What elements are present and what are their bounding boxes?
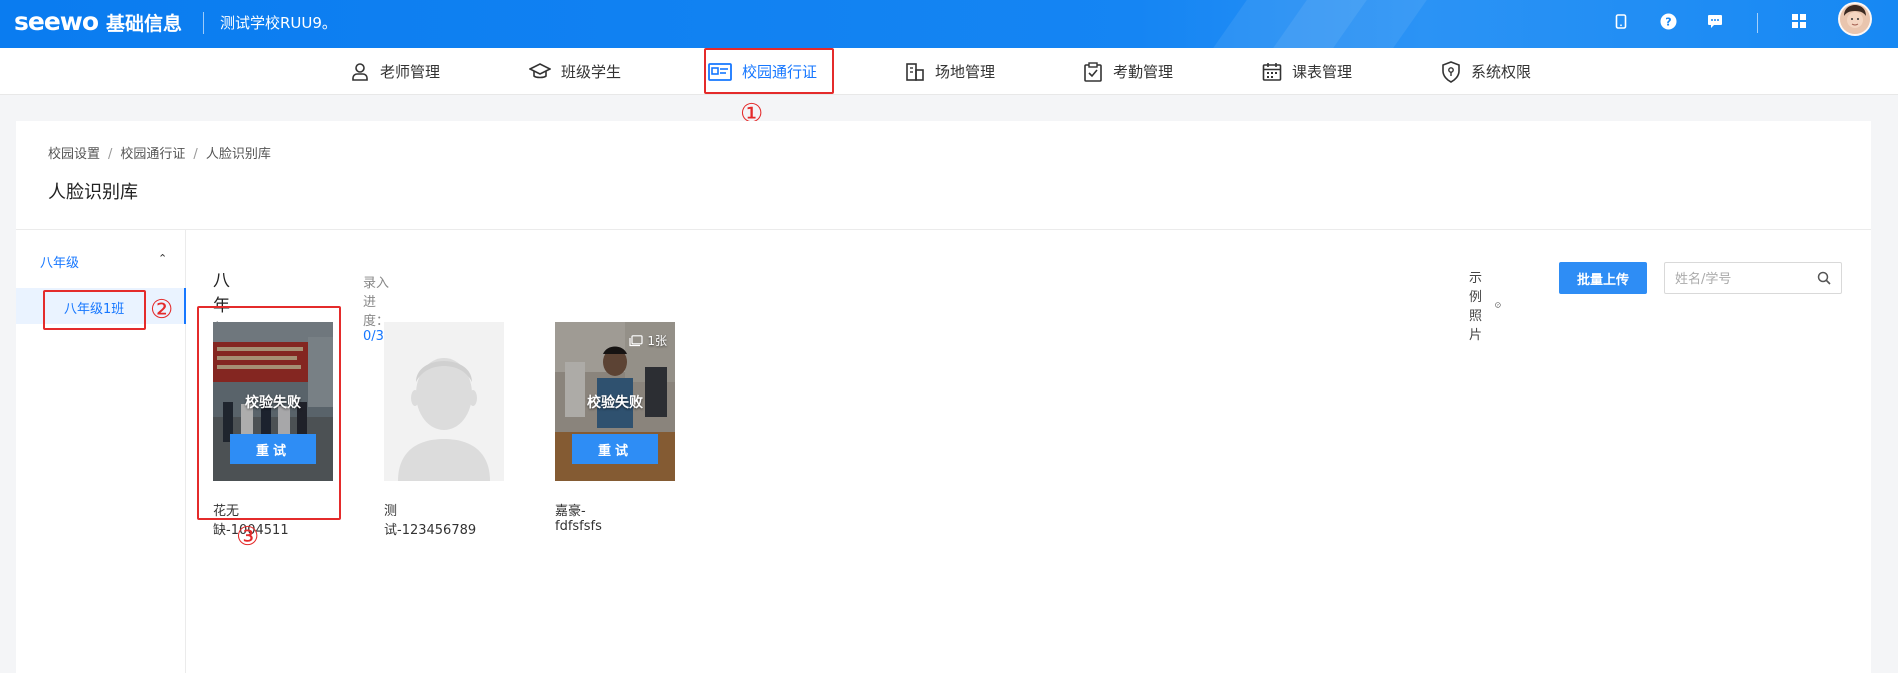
nav-teacher-management[interactable]: 老师管理 <box>350 48 440 95</box>
nav-label: 场地管理 <box>935 63 996 81</box>
main-nav: 老师管理 班级学生 校园通行证 场地管理 考勤管理 课表管理 系统权限 <box>0 48 1898 95</box>
breadcrumb: 校园设置 / 校园通行证 / 人脸识别库 <box>48 147 271 162</box>
help-circle-icon: ? <box>1495 302 1501 308</box>
breadcrumb-campus-pass[interactable]: 校园通行证 <box>120 147 185 162</box>
toolbar-divider <box>1757 13 1758 33</box>
svg-text:?: ? <box>1497 303 1499 307</box>
svg-text:?: ? <box>1665 15 1671 28</box>
avatar[interactable] <box>1838 2 1872 36</box>
nav-label: 考勤管理 <box>1113 63 1174 81</box>
nav-timetable-management[interactable]: 课表管理 <box>1262 48 1352 95</box>
sidebar-grade[interactable]: 八年级 <box>40 252 79 271</box>
search-box <box>1664 262 1842 294</box>
calendar-icon <box>1262 62 1282 81</box>
student-photo-card[interactable]: 1张 校验失败 重试 <box>555 322 675 481</box>
nav-label: 系统权限 <box>1471 63 1532 81</box>
divider <box>16 229 1871 230</box>
progress-value: 0/3 <box>363 329 384 344</box>
example-photo-link[interactable]: 示例照片 ? <box>1469 267 1501 343</box>
nav-label: 老师管理 <box>380 63 441 81</box>
nav-class-students[interactable]: 班级学生 <box>529 48 621 95</box>
avatar-placeholder-icon <box>384 322 504 481</box>
nav-attendance-management[interactable]: 考勤管理 <box>1083 48 1173 95</box>
clipboard-check-icon <box>1084 61 1102 82</box>
help-icon[interactable]: ? <box>1657 10 1679 32</box>
shield-icon <box>1442 60 1460 83</box>
annotation-box-2 <box>43 290 146 330</box>
page-title: 人脸识别库 <box>48 182 138 203</box>
nav-label: 课表管理 <box>1292 63 1353 81</box>
search-input[interactable] <box>1675 269 1815 289</box>
brand-logo: seewo <box>14 7 99 36</box>
batch-upload-button[interactable]: 批量上传 <box>1559 262 1647 294</box>
search-icon[interactable] <box>1817 271 1831 285</box>
breadcrumb-campus-settings[interactable]: 校园设置 <box>48 147 100 162</box>
building-icon <box>906 62 924 81</box>
annotation-box-3 <box>197 306 341 520</box>
user-icon <box>352 62 368 81</box>
student-photo-card[interactable] <box>384 322 504 481</box>
annotation-number-3: ③ <box>236 522 260 552</box>
annotation-box-1 <box>704 48 834 94</box>
annotation-number-2: ② <box>150 295 174 325</box>
graduation-cap-icon <box>529 62 551 78</box>
student-name: 嘉豪-fdfsfsfs <box>555 504 602 534</box>
apps-icon[interactable] <box>1788 10 1810 32</box>
app-name: 基础信息 <box>106 13 183 35</box>
student-name: 测试-123456789 <box>384 504 477 538</box>
images-icon <box>629 334 643 346</box>
top-bar: seewo 基础信息 测试学校RUU9。 ? <box>0 0 1898 48</box>
chevron-up-icon[interactable]: ⌃ <box>158 252 167 265</box>
school-name[interactable]: 测试学校RUU9。 <box>220 12 337 33</box>
nav-venue-management[interactable]: 场地管理 <box>905 48 995 95</box>
verify-failed-label: 校验失败 <box>587 395 643 411</box>
message-icon[interactable] <box>1704 10 1726 32</box>
nav-label: 班级学生 <box>561 63 622 81</box>
photo-count: 1张 <box>629 332 667 349</box>
breadcrumb-face-library: 人脸识别库 <box>205 147 271 162</box>
brand-divider <box>203 12 204 34</box>
retry-button[interactable]: 重试 <box>572 434 658 464</box>
tablet-icon[interactable] <box>1610 10 1632 32</box>
nav-system-permissions[interactable]: 系统权限 <box>1441 48 1531 95</box>
